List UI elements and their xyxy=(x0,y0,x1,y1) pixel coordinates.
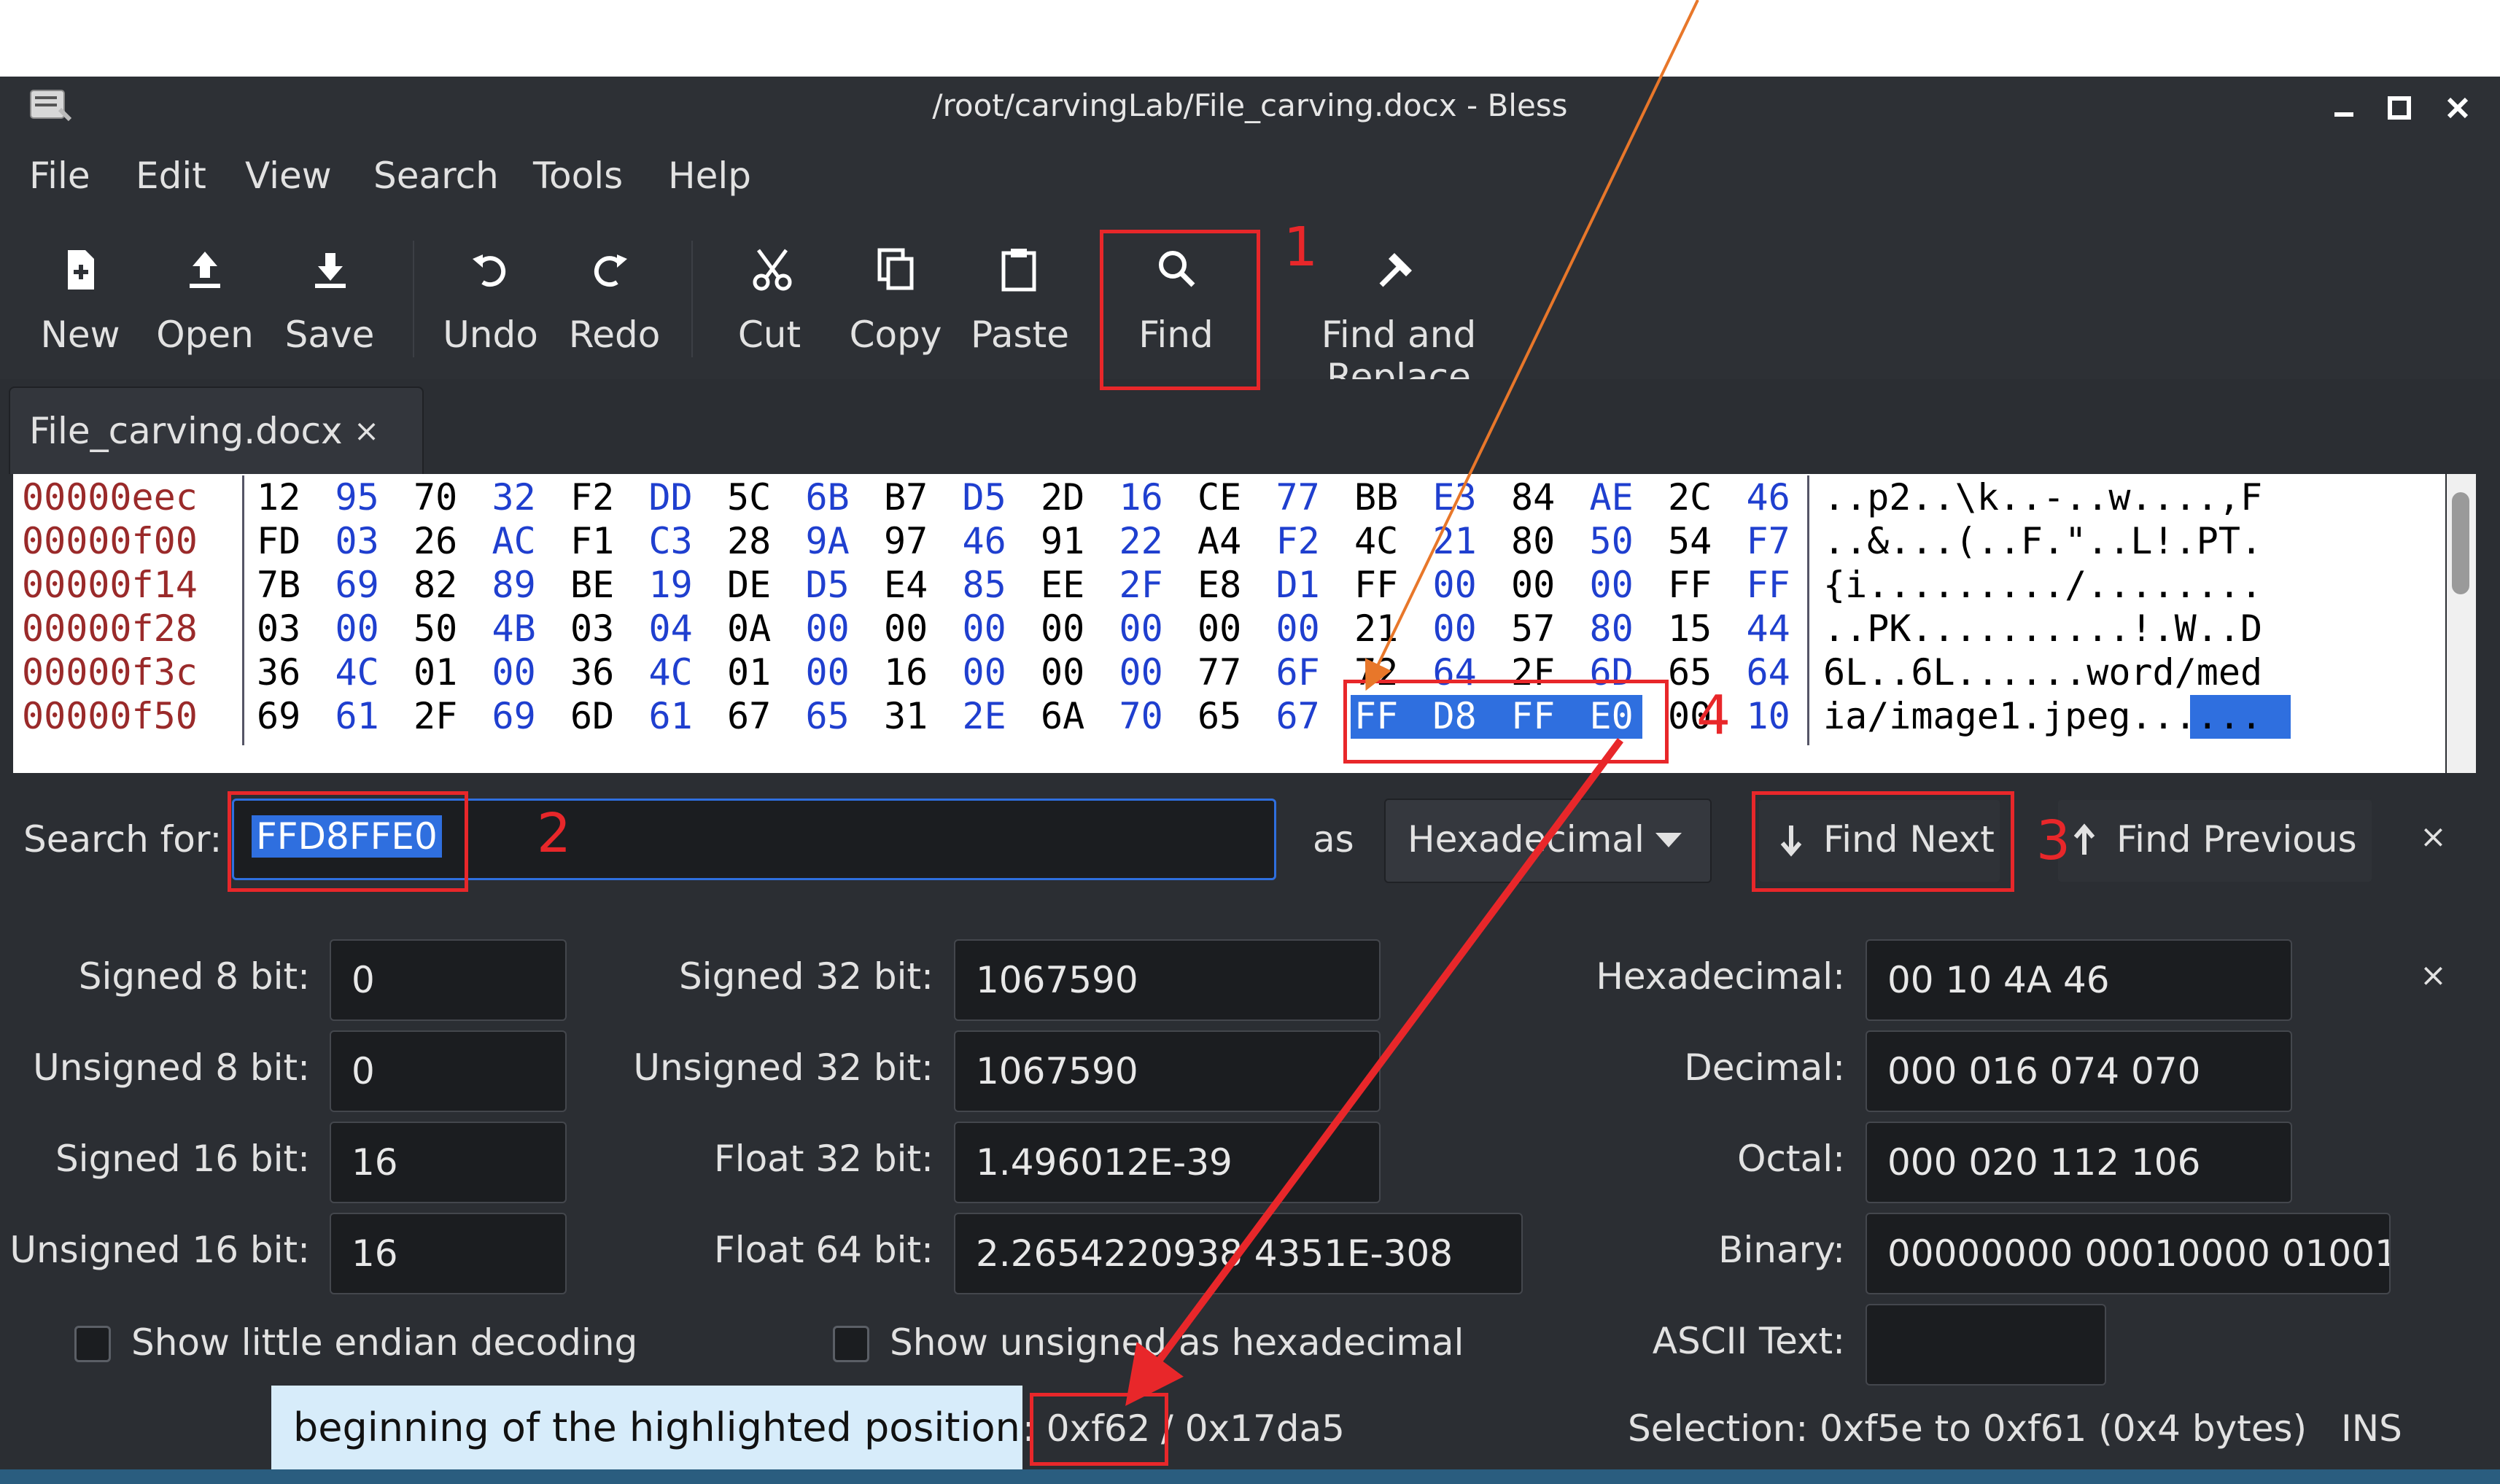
annotation-arrow-red xyxy=(1125,738,1624,1407)
annotation-arrow-orange xyxy=(1364,0,1699,691)
annotation-arrows xyxy=(1125,0,1699,1407)
